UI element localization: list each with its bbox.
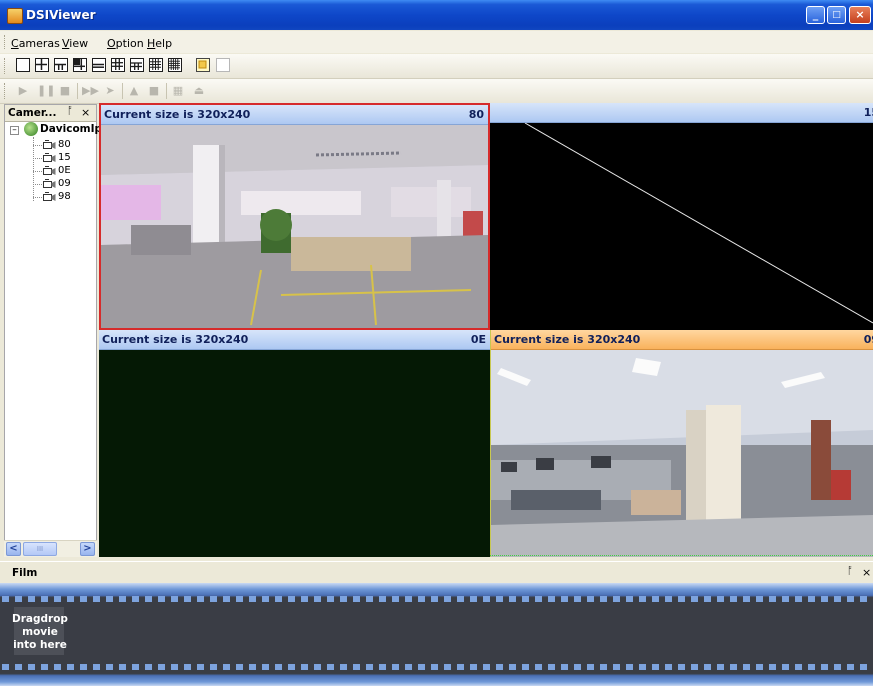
- toolbar-separator: [166, 83, 167, 99]
- tree-line: [33, 171, 42, 172]
- camera-video-feed: [101, 125, 488, 328]
- camera-view-header: Current size is 320x240 80: [101, 105, 488, 125]
- toolbar-separator: [122, 83, 123, 99]
- camera-status-text: Current size is 320x240: [104, 108, 251, 121]
- camera-view-header: Current size is 320x240 0E: [99, 330, 490, 350]
- sprocket-row-bottom: [0, 664, 873, 670]
- maximize-button[interactable]: □: [827, 6, 846, 24]
- toolbar-grip[interactable]: [4, 58, 7, 74]
- stop-icon[interactable]: ■: [58, 84, 72, 98]
- step-forward-icon[interactable]: ➤: [103, 84, 117, 98]
- app-icon: [7, 8, 23, 24]
- layout-1plus12-button[interactable]: [130, 58, 144, 72]
- camera-label: 15: [58, 152, 71, 163]
- layout-5x5-button[interactable]: [168, 58, 182, 72]
- camera-icon: [43, 140, 56, 149]
- menu-view[interactable]: View: [62, 37, 88, 50]
- camera-view-0E[interactable]: Current size is 320x240 0E: [99, 330, 490, 557]
- camera-view-header: 15: [490, 103, 873, 123]
- scroll-right-icon[interactable]: >: [80, 542, 95, 556]
- sprocket-row-top: [0, 596, 873, 602]
- camera-id-label: 15: [863, 106, 873, 119]
- camera-icon: [43, 166, 56, 175]
- camera-status-text: Current size is 320x240: [494, 333, 641, 346]
- camera-view-80[interactable]: Current size is 320x240 80: [99, 103, 490, 330]
- toolbar-grip[interactable]: [4, 83, 7, 99]
- camera-label: 0E: [58, 165, 71, 176]
- camera-id-label: 09: [863, 333, 873, 346]
- camera-panel-header[interactable]: Camer... ᚩ ×: [5, 105, 96, 122]
- panel-close-icon[interactable]: ×: [81, 106, 90, 119]
- pin-icon[interactable]: ᚩ: [67, 106, 73, 117]
- play-icon[interactable]: ▶: [16, 84, 30, 98]
- layout-toolbar: [0, 54, 873, 79]
- camera-id-label: 0E: [470, 333, 486, 346]
- menu-help[interactable]: Help: [147, 37, 172, 50]
- film-drop-hint: Dragdrop movie into here: [12, 613, 68, 651]
- close-button[interactable]: ×: [849, 6, 871, 24]
- fast-forward-icon[interactable]: ▶▶: [82, 84, 99, 98]
- tree-collapse-icon[interactable]: –: [10, 126, 19, 135]
- camera-video-feed: [490, 123, 873, 330]
- fullscreen-button[interactable]: [196, 58, 210, 72]
- camera-icon: [43, 192, 56, 201]
- menu-option[interactable]: Option: [107, 37, 144, 50]
- layout-4x4-button[interactable]: [149, 58, 163, 72]
- network-device-icon: [24, 122, 38, 136]
- camera-view-09[interactable]: Current size is 320x240 09: [490, 330, 873, 557]
- camera-label: 09: [58, 178, 71, 189]
- camera-panel-title: Camer...: [8, 107, 57, 119]
- blank-layout-button[interactable]: [216, 58, 230, 72]
- camera-view-15[interactable]: 15: [490, 103, 873, 330]
- tree-line: [33, 145, 42, 146]
- tree-line: [33, 158, 42, 159]
- camera-label: 80: [58, 139, 71, 150]
- layout-2x2-button[interactable]: [35, 58, 49, 72]
- layout-1plus3-button[interactable]: [54, 58, 68, 72]
- camera-panel-scrollbar[interactable]: < III >: [4, 540, 97, 557]
- camera-grid: Current size is 320x240 80 1 Current siz…: [99, 103, 873, 557]
- minimize-icon: _: [812, 8, 819, 21]
- camera-video-feed: [491, 350, 873, 557]
- camera-view-header: Current size is 320x240 09: [491, 330, 873, 350]
- restore-icon: □: [832, 10, 841, 20]
- tree-line: [33, 184, 42, 185]
- record-icon[interactable]: ▲: [127, 84, 141, 98]
- menu-cameras[interactable]: Cameras: [11, 37, 60, 50]
- layout-3x3-button[interactable]: [111, 58, 125, 72]
- close-icon: ×: [855, 8, 865, 21]
- film-panel-title: Film: [12, 567, 38, 579]
- camera-icon: [43, 153, 56, 162]
- pin-icon[interactable]: ᚩ: [847, 566, 853, 577]
- playback-toolbar: ▶ ❚❚ ■ ▶▶ ➤ ▲ ■ ▦ ⏏: [0, 79, 873, 104]
- title-bar[interactable]: DSIViewer _ □ ×: [0, 0, 873, 30]
- selection-indicator: [490, 555, 873, 556]
- menu-grip[interactable]: [4, 35, 7, 49]
- camera-panel: Camer... ᚩ × – DavicomIp 80 15 0E 09 98: [4, 104, 102, 557]
- toolbar-separator: [77, 83, 78, 99]
- minimize-button[interactable]: _: [806, 6, 825, 24]
- panel-close-icon[interactable]: ×: [862, 566, 871, 579]
- window-title: DSIViewer: [26, 8, 96, 22]
- scroll-left-icon[interactable]: <: [6, 542, 21, 556]
- layout-1plus5-button[interactable]: [73, 58, 87, 72]
- camera-label: 98: [58, 191, 71, 202]
- camera-id-label: 80: [468, 108, 484, 121]
- snapshot-icon[interactable]: ▦: [171, 84, 185, 98]
- stop-record-icon[interactable]: ■: [147, 84, 161, 98]
- camera-status-text: Current size is 320x240: [102, 333, 249, 346]
- film-panel-header[interactable]: Film ᚩ ×: [0, 561, 873, 584]
- layout-1x1-button[interactable]: [16, 58, 30, 72]
- scroll-thumb[interactable]: III: [23, 542, 57, 556]
- eject-icon[interactable]: ⏏: [192, 84, 206, 98]
- camera-icon: [43, 179, 56, 188]
- tree-root-device[interactable]: DavicomIp: [40, 123, 102, 135]
- menu-bar: Cameras View Option Help: [0, 31, 873, 53]
- layout-2plus8-button[interactable]: [92, 58, 106, 72]
- pause-icon[interactable]: ❚❚: [37, 84, 55, 98]
- film-strip[interactable]: [0, 583, 873, 686]
- tree-line: [33, 197, 42, 198]
- camera-video-feed: [99, 350, 490, 557]
